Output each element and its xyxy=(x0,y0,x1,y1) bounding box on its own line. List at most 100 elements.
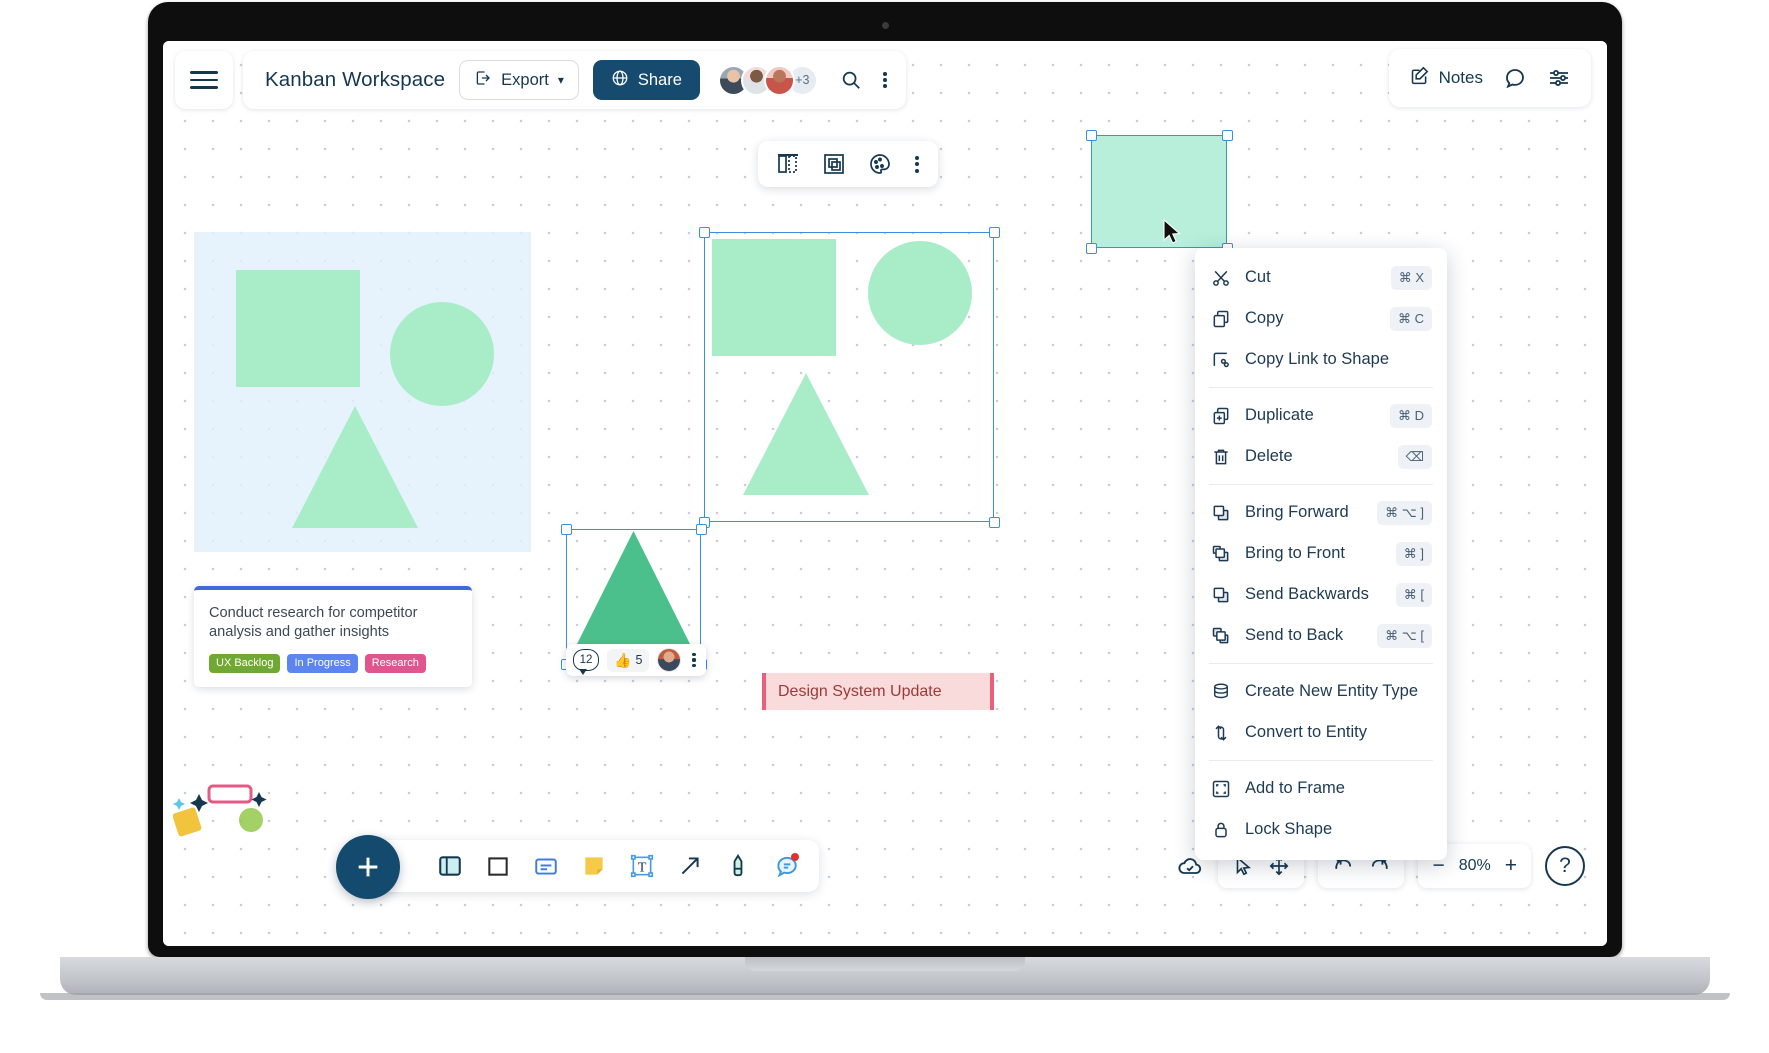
frame-group-icon[interactable] xyxy=(820,150,848,178)
highlighter-icon[interactable] xyxy=(725,853,751,879)
comment-count: 12 xyxy=(580,654,593,666)
text-icon[interactable]: T xyxy=(629,853,655,879)
shape-more-icon[interactable] xyxy=(689,653,698,668)
shape-badge-row[interactable]: 12 👍 5 xyxy=(566,644,706,676)
template-icon[interactable] xyxy=(437,853,463,879)
scissors-icon xyxy=(1210,267,1232,289)
context-menu-item-send-to-back[interactable]: Send to Back ⌘ ⌥ [ xyxy=(1195,615,1447,656)
shape-context-toolbar[interactable] xyxy=(758,141,938,187)
avatar[interactable] xyxy=(657,648,681,672)
database-icon xyxy=(1210,681,1232,703)
card-icon[interactable] xyxy=(533,853,559,879)
context-menu-separator xyxy=(1209,760,1433,761)
comment-bubble-icon[interactable] xyxy=(1503,66,1527,90)
like-badge[interactable]: 👍 5 xyxy=(607,649,649,672)
selection-bounding-box[interactable] xyxy=(704,232,994,522)
context-menu-shortcut: ⌘ [ xyxy=(1396,583,1432,607)
comment-count-badge[interactable]: 12 xyxy=(573,649,599,671)
export-label: Export xyxy=(501,71,549,90)
header-pill: Kanban Workspace Export ▾ Share xyxy=(243,51,906,109)
header-more-icon[interactable] xyxy=(880,72,890,88)
teal-handle-bl[interactable] xyxy=(1086,243,1097,254)
context-menu-label: Send to Back xyxy=(1245,626,1364,645)
context-menu-label: Copy xyxy=(1245,309,1377,328)
context-menu-item-cut[interactable]: Cut ⌘ X xyxy=(1195,257,1447,298)
context-menu-shortcut: ⌘ ⌥ [ xyxy=(1377,624,1432,648)
collaborator-avatars[interactable]: +3 xyxy=(718,65,818,96)
app-header: Kanban Workspace Export ▾ Share xyxy=(175,49,906,111)
sliders-icon[interactable] xyxy=(1547,66,1571,90)
selection-handle-br[interactable] xyxy=(989,517,1000,528)
like-count: 5 xyxy=(635,653,642,667)
app-screen: 12 👍 5 Conduct research for competitor a… xyxy=(163,41,1607,946)
circle-shape[interactable] xyxy=(390,302,494,406)
share-button[interactable]: Share xyxy=(593,60,700,100)
context-menu-item-delete[interactable]: Delete ⌫ xyxy=(1195,436,1447,477)
context-menu-item-copy-link-to-shape[interactable]: Copy Link to Shape xyxy=(1195,339,1447,380)
duplicate-icon xyxy=(1210,405,1232,427)
comment-icon[interactable] xyxy=(773,853,799,879)
context-menu-label: Convert to Entity xyxy=(1245,723,1432,742)
add-button[interactable] xyxy=(336,835,400,899)
avatar[interactable] xyxy=(764,65,795,96)
task-card[interactable]: Conduct research for competitor analysis… xyxy=(194,586,472,687)
context-menu-label: Bring Forward xyxy=(1245,503,1364,522)
export-icon xyxy=(474,69,492,92)
rectangle-icon[interactable] xyxy=(485,853,511,879)
bring-to-front-icon xyxy=(1210,543,1232,565)
shape-context-menu[interactable]: Cut ⌘ X Copy ⌘ C Copy Link to Shape xyxy=(1195,248,1447,860)
context-menu-item-lock-shape[interactable]: Lock Shape xyxy=(1195,809,1447,850)
triangle-handle-tl[interactable] xyxy=(561,524,572,535)
pink-label-shape[interactable]: Design System Update xyxy=(762,673,994,710)
context-menu-item-add-to-frame[interactable]: Add to Frame xyxy=(1195,768,1447,809)
convert-icon xyxy=(1210,722,1232,744)
sticky-note-icon[interactable] xyxy=(581,853,607,879)
help-button[interactable]: ? xyxy=(1545,846,1585,886)
export-button[interactable]: Export ▾ xyxy=(459,60,579,100)
frame-icon xyxy=(1210,778,1232,800)
arrow-icon[interactable] xyxy=(677,853,703,879)
triangle-shape[interactable] xyxy=(290,404,420,530)
context-menu-item-duplicate[interactable]: Duplicate ⌘ D xyxy=(1195,395,1447,436)
shape-group-frame[interactable] xyxy=(194,232,531,552)
webcam-dot xyxy=(882,22,889,29)
shape-toolbar-more-icon[interactable] xyxy=(912,156,922,173)
palette-icon[interactable] xyxy=(866,150,894,178)
context-menu-label: Send Backwards xyxy=(1245,585,1383,604)
context-menu-item-send-backwards[interactable]: Send Backwards ⌘ [ xyxy=(1195,574,1447,615)
hamburger-icon[interactable] xyxy=(175,51,233,109)
context-menu-shortcut: ⌘ C xyxy=(1390,307,1432,331)
selection-handle-tr[interactable] xyxy=(989,227,1000,238)
zoom-level: 80% xyxy=(1459,857,1491,875)
tag-in-progress[interactable]: In Progress xyxy=(287,654,357,673)
comment-notification-dot xyxy=(791,853,799,861)
creation-toolbar[interactable]: T xyxy=(359,840,819,892)
context-menu-label: Cut xyxy=(1245,268,1378,287)
teal-handle-tr[interactable] xyxy=(1222,130,1233,141)
tag-research[interactable]: Research xyxy=(365,654,426,673)
context-menu-item-convert-to-entity[interactable]: Convert to Entity xyxy=(1195,712,1447,753)
context-menu-shortcut: ⌘ D xyxy=(1390,404,1432,428)
notes-button[interactable]: Notes xyxy=(1409,65,1483,91)
trash-icon xyxy=(1210,446,1232,468)
bring-forward-icon xyxy=(1210,502,1232,524)
context-menu-shortcut: ⌫ xyxy=(1398,445,1432,469)
teal-selection-box[interactable] xyxy=(1091,135,1227,248)
tag-ux-backlog[interactable]: UX Backlog xyxy=(209,654,280,673)
chevron-down-icon: ▾ xyxy=(558,73,564,87)
zoom-in-button[interactable]: + xyxy=(1505,854,1517,878)
context-menu-item-bring-to-front[interactable]: Bring to Front ⌘ ] xyxy=(1195,533,1447,574)
send-backwards-icon xyxy=(1210,584,1232,606)
align-icon[interactable] xyxy=(774,150,802,178)
context-menu-item-bring-forward[interactable]: Bring Forward ⌘ ⌥ ] xyxy=(1195,492,1447,533)
context-menu-item-create-new-entity-type[interactable]: Create New Entity Type xyxy=(1195,671,1447,712)
context-menu-label: Delete xyxy=(1245,447,1385,466)
context-menu-item-copy[interactable]: Copy ⌘ C xyxy=(1195,298,1447,339)
teal-handle-tl[interactable] xyxy=(1086,130,1097,141)
laptop-foot xyxy=(40,993,1730,1000)
triangle-handle-tr[interactable] xyxy=(696,524,707,535)
square-shape[interactable] xyxy=(236,270,360,387)
search-icon[interactable] xyxy=(840,69,862,91)
context-menu-label: Create New Entity Type xyxy=(1245,682,1432,701)
selection-handle-tl[interactable] xyxy=(699,227,710,238)
